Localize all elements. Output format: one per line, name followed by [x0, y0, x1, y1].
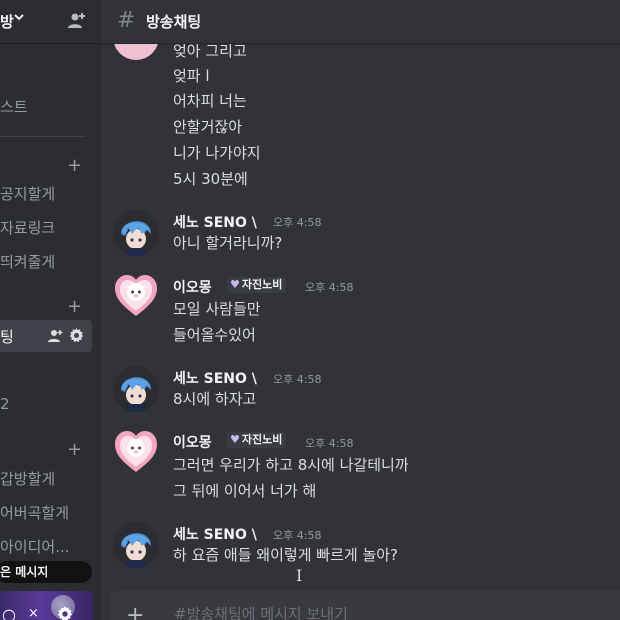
channel-header: # 방송채팅: [101, 0, 620, 44]
message-text: 8시에 하자고: [173, 390, 257, 408]
channel-title: 방송채팅: [146, 13, 202, 31]
headset-icon[interactable]: ○: [2, 605, 16, 620]
avatar[interactable]: [113, 210, 159, 256]
hash-icon: #: [117, 8, 136, 33]
attach-plus-icon[interactable]: +: [126, 603, 144, 620]
gear-icon[interactable]: [68, 327, 85, 344]
message-text: 그 뒤에 이어서 너가 해: [173, 482, 317, 500]
sidebar-channel[interactable]: 2: [0, 395, 10, 413]
avatar[interactable]: [113, 366, 159, 412]
message-text: 들어올수있어: [173, 326, 256, 344]
message-author[interactable]: 세노 SENO \: [173, 524, 257, 544]
create-channel-plus-icon[interactable]: +: [67, 441, 82, 459]
sidebar-channel[interactable]: 아이디어...: [0, 536, 70, 557]
active-channel-label: 팅: [0, 328, 14, 346]
message-text: 아니 할거라니까?: [173, 234, 283, 252]
sidebar-channel[interactable]: 띄켜줄게: [0, 251, 55, 272]
heart-icon: ♥: [230, 278, 240, 291]
avatar[interactable]: [113, 428, 159, 474]
member-tag: ♥ 자진노비: [227, 432, 287, 448]
sidebar-channel[interactable]: 공지할게: [0, 183, 55, 204]
avatar[interactable]: [113, 272, 159, 318]
message-composer: +: [110, 591, 620, 620]
gear-icon[interactable]: [56, 605, 74, 620]
text-cursor-icon: I: [296, 566, 303, 585]
server-header[interactable]: 방: [0, 0, 101, 44]
message-author[interactable]: 세노 SENO \: [173, 212, 257, 232]
message-list[interactable]: 엊아 그리고 엊파 l 어차피 너는 안할거잖아 니가 나가야지 5시 30분에…: [101, 44, 620, 590]
add-user-icon[interactable]: [67, 11, 87, 31]
avatar[interactable]: [113, 44, 159, 60]
message-author[interactable]: 세노 SENO \: [173, 368, 257, 388]
message-timestamp: 오후 4:58: [273, 216, 322, 229]
message-text: 하 요즘 애들 왜이렇게 빠르게 놀아?: [173, 546, 399, 564]
message-text: 엊아 그리고: [173, 44, 247, 60]
close-icon[interactable]: ×: [28, 606, 39, 620]
message-timestamp: 오후 4:58: [305, 281, 354, 294]
sidebar-channel[interactable]: 어버곡할게: [0, 502, 69, 523]
message-timestamp: 오후 4:58: [305, 437, 354, 450]
message-author[interactable]: 이오몽: [173, 432, 212, 452]
sidebar-channel[interactable]: 스트: [0, 96, 28, 117]
message-text: 5시 30분에: [173, 170, 248, 188]
message-text: 어차피 너는: [173, 92, 247, 110]
heart-icon: ♥: [230, 433, 240, 446]
message-timestamp: 오후 4:58: [273, 373, 322, 386]
sidebar-channel[interactable]: 갑방할게: [0, 468, 55, 489]
message-text: 엊파 l: [173, 67, 210, 85]
create-channel-plus-icon[interactable]: +: [67, 298, 82, 316]
avatar[interactable]: [113, 522, 159, 568]
channel-sidebar: 방 스트 + 공지할게 자료링크 띄켜줄게 + 팅 2 + 갑방할게 어버곡할게…: [0, 0, 101, 620]
sidebar-channel[interactable]: 자료링크: [0, 217, 55, 238]
message-text: 그러면 우리가 하고 8시에 나갈테니까: [173, 456, 409, 474]
add-user-icon[interactable]: [48, 328, 64, 344]
message-text: 모일 사람들만: [173, 300, 261, 318]
member-tag-label: 자진노비: [241, 433, 283, 446]
message-author[interactable]: 이오몽: [173, 277, 212, 297]
create-channel-plus-icon[interactable]: +: [67, 157, 82, 175]
message-text: 니가 나가야지: [173, 144, 261, 162]
message-input[interactable]: [174, 605, 604, 620]
message-text: 안할거잖아: [173, 118, 243, 136]
user-panel: ○ ×: [0, 591, 93, 620]
server-name: 방: [0, 13, 14, 31]
chevron-down-icon: [13, 11, 25, 27]
sidebar-divider: [0, 136, 85, 137]
sidebar-channel-active[interactable]: 팅: [0, 320, 92, 352]
member-tag: ♥ 자진노비: [227, 277, 287, 293]
member-tag-label: 자진노비: [241, 278, 283, 291]
message-timestamp: 오후 4:58: [273, 529, 322, 542]
new-unreads-pill[interactable]: 은 메시지: [0, 561, 92, 583]
